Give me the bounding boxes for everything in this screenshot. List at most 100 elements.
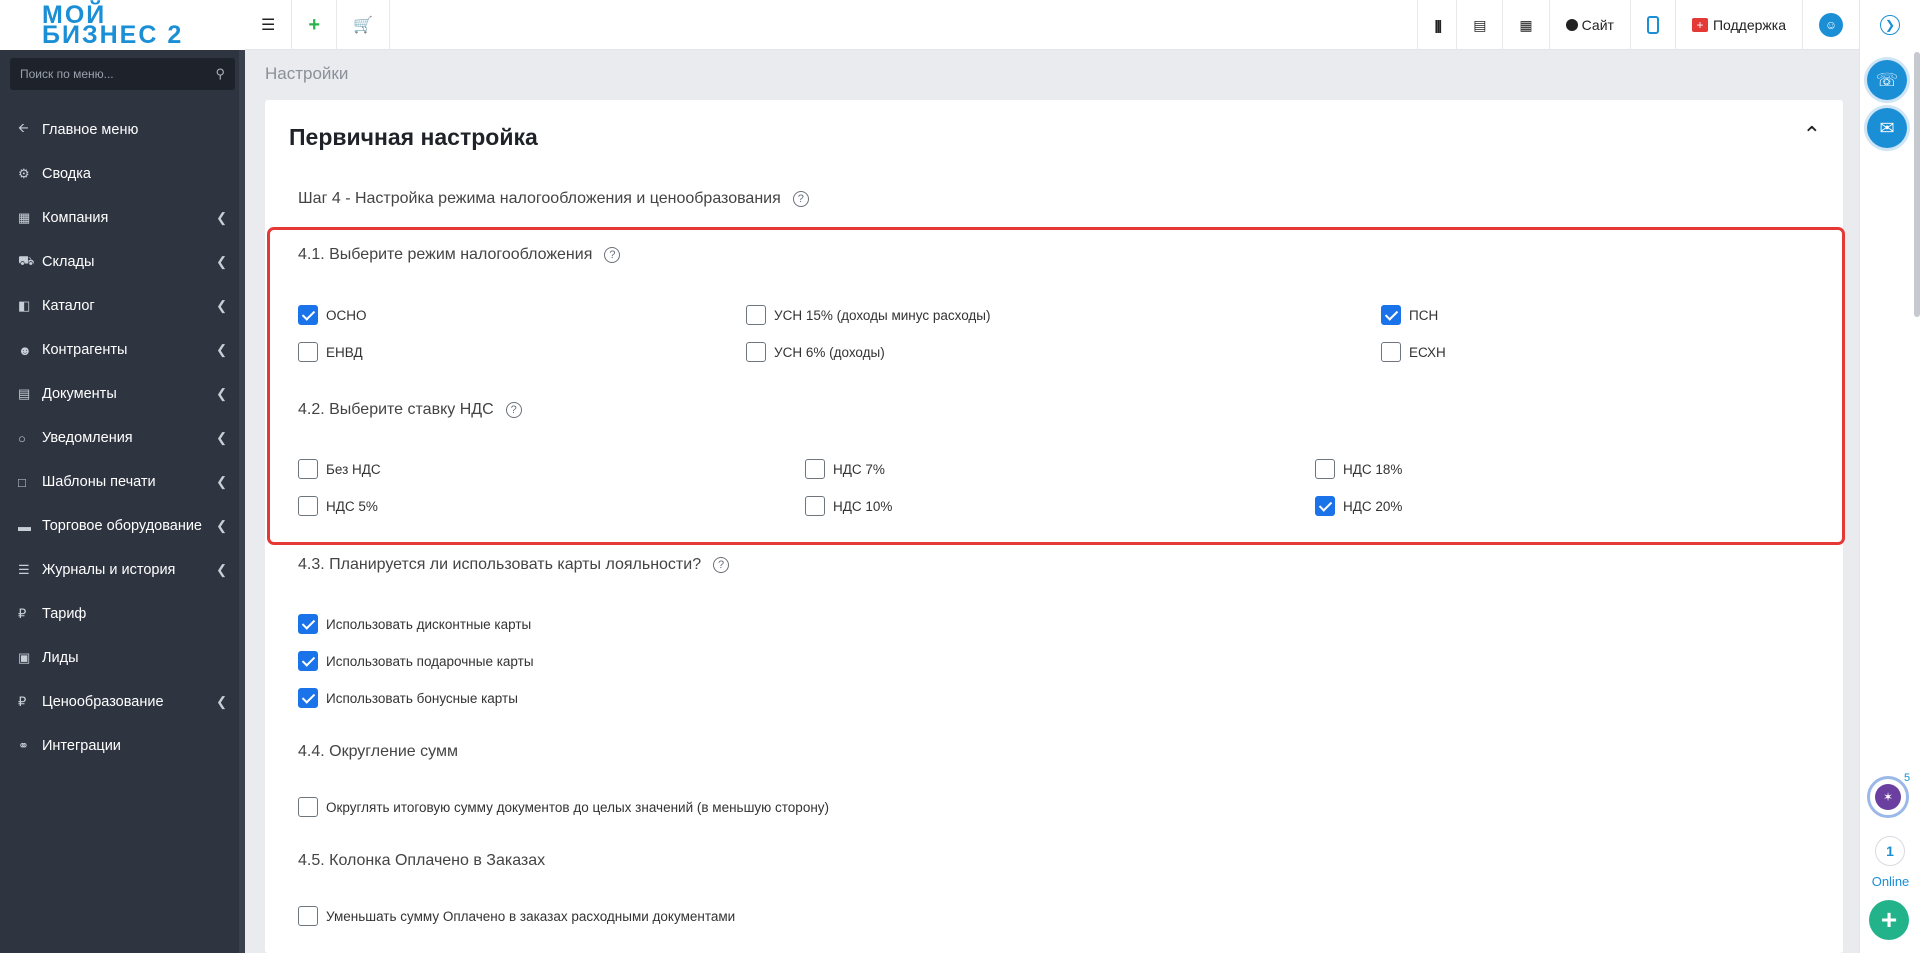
checkbox-rounding[interactable]: Округлять итоговую сумму документов до ц…: [298, 797, 829, 817]
call-button[interactable]: ☏: [1867, 60, 1907, 100]
bar-chart-icon: ▦: [18, 210, 31, 225]
checkbox-box[interactable]: [746, 342, 766, 362]
checkbox-box[interactable]: [1381, 342, 1401, 362]
sidebar-item-leads[interactable]: ▣ Лиды: [0, 636, 245, 680]
list-icon: ☰: [18, 562, 30, 577]
cart-button[interactable]: 🛒: [337, 0, 390, 50]
checkbox-box[interactable]: [298, 614, 318, 634]
checkbox-box[interactable]: [298, 496, 318, 516]
checkbox-box[interactable]: [298, 342, 318, 362]
sidebar-item-notifications[interactable]: ○ Уведомления ❮: [0, 416, 245, 460]
sidebar-item-label: Документы: [42, 386, 117, 402]
checkbox-usn6[interactable]: УСН 6% (доходы): [746, 342, 885, 362]
sidebar-scrollbar[interactable]: [239, 50, 245, 953]
sidebar-item-print-templates[interactable]: □ Шаблоны печати ❮: [0, 460, 245, 504]
sidebar-item-summary[interactable]: ⚙ Сводка: [0, 152, 245, 196]
checkbox-vat-10[interactable]: НДС 10%: [805, 496, 892, 516]
section-loyalty-title: 4.3. Планируется ли использовать карты л…: [298, 556, 730, 574]
support-button[interactable]: + Поддержка: [1674, 0, 1802, 50]
menu-toggle-button[interactable]: ☰: [245, 0, 293, 50]
checkbox-envd[interactable]: ЕНВД: [298, 342, 363, 362]
sidebar-item-catalog[interactable]: ◧ Каталог ❮: [0, 284, 245, 328]
quick-add-button[interactable]: +: [1869, 900, 1909, 940]
checkbox-box[interactable]: [298, 651, 318, 671]
collapse-button[interactable]: ⌃: [1803, 122, 1821, 148]
sidebar-item-pricing[interactable]: ₽ Ценообразование ❮: [0, 680, 245, 724]
barcode-button[interactable]: |||: [1417, 0, 1456, 50]
checkbox-usn15[interactable]: УСН 15% (доходы минус расходы): [746, 305, 991, 325]
checkbox-label: НДС 10%: [833, 498, 893, 514]
chevron-left-icon: ❮: [216, 562, 227, 577]
checkbox-label: УСН 15% (доходы минус расходы): [774, 307, 991, 323]
first-aid-icon: +: [1691, 18, 1708, 32]
checkbox-discount-cards[interactable]: Использовать дисконтные карты: [298, 614, 531, 634]
sidebar-item-label: Торговое оборудование: [42, 518, 202, 534]
sidebar-item-integrations[interactable]: ⚭ Интеграции: [0, 724, 245, 768]
sidebar-item-label: Интеграции: [42, 738, 121, 754]
hamburger-icon: ☰: [261, 17, 276, 34]
checkbox-eshn[interactable]: ЕСХН: [1381, 342, 1446, 362]
checkbox-box[interactable]: [298, 459, 318, 479]
calendar-button[interactable]: ▦: [1502, 0, 1548, 50]
checkbox-vat-5[interactable]: НДС 5%: [298, 496, 378, 516]
help-icon[interactable]: ?: [505, 402, 522, 418]
sidebar-item-warehouses[interactable]: ⛟ Склады ❮: [0, 240, 245, 284]
sidebar-item-trade-equipment[interactable]: ▬ Торговое оборудование ❮: [0, 504, 245, 548]
sidebar-item-label: Лиды: [42, 650, 79, 666]
right-rail: ❯ ☏ ✉ ✶ 5 1 Online +: [1859, 0, 1920, 953]
sidebar-item-company[interactable]: ▦ Компания ❮: [0, 196, 245, 240]
checkbox-reduce-paid[interactable]: Уменьшать сумму Оплачено в заказах расхо…: [298, 906, 735, 926]
checkbox-box[interactable]: [746, 305, 766, 325]
sidebar-item-documents[interactable]: ▤ Документы ❮: [0, 372, 245, 416]
sidebar-item-main-menu[interactable]: 🡨 Главное меню: [0, 108, 245, 152]
menu-search-input[interactable]: [20, 67, 216, 81]
menu-search: ⚲: [10, 58, 235, 90]
checkbox-vat-7[interactable]: НДС 7%: [805, 459, 885, 479]
template-icon: □: [18, 474, 26, 490]
logo[interactable]: МОЙ БИЗНЕС 2: [0, 0, 245, 50]
checkbox-box[interactable]: [1315, 496, 1335, 516]
expand-rail-icon[interactable]: ❯: [1880, 15, 1900, 35]
sidebar-menu: 🡨 Главное меню ⚙ Сводка ▦ Компания ❮ ⛟ Склады…: [0, 108, 245, 768]
search-icon[interactable]: ⚲: [215, 66, 225, 82]
site-label: Сайт: [1581, 17, 1614, 33]
help-icon[interactable]: ?: [792, 191, 809, 207]
sidebar-item-tariff[interactable]: ₽ Тариф: [0, 592, 245, 636]
sidebar-item-journals[interactable]: ☰ Журналы и история ❮: [0, 548, 245, 592]
checkbox-osno[interactable]: ОСНО: [298, 305, 367, 325]
app-button[interactable]: [1629, 0, 1675, 50]
site-button[interactable]: Сайт: [1548, 0, 1630, 50]
chat-button[interactable]: ✉: [1867, 108, 1907, 148]
checkbox-box[interactable]: [298, 797, 318, 817]
page-scrollbar[interactable]: [1914, 52, 1920, 317]
sidebar-item-label: Сводка: [42, 166, 91, 182]
logo-line2: БИЗНЕС 2: [42, 21, 184, 49]
checkbox-box[interactable]: [805, 496, 825, 516]
help-icon[interactable]: ?: [713, 557, 730, 573]
checkbox-gift-cards[interactable]: Использовать подарочные карты: [298, 651, 534, 671]
checkbox-box[interactable]: [1381, 305, 1401, 325]
checkbox-box[interactable]: [805, 459, 825, 479]
chevron-left-icon: ❮: [216, 430, 227, 445]
checkbox-psn[interactable]: ПСН: [1381, 305, 1438, 325]
checkbox-box[interactable]: [1315, 459, 1335, 479]
user-button[interactable]: ☺: [1802, 0, 1859, 50]
section-vat-title: 4.2. Выберите ставку НДС ?: [298, 401, 522, 419]
checkbox-vat-18[interactable]: НДС 18%: [1315, 459, 1402, 479]
server-button[interactable]: ▤: [1456, 0, 1502, 50]
sidebar-item-contractors[interactable]: ☻ Контрагенты ❮: [0, 328, 245, 372]
online-count[interactable]: 1: [1875, 836, 1905, 866]
document-icon: ▤: [18, 386, 31, 401]
checkbox-box[interactable]: [298, 305, 318, 325]
checkbox-no-vat[interactable]: Без НДС: [298, 459, 381, 479]
cookie-widget[interactable]: ✶: [1867, 776, 1909, 818]
barcode-icon: |||: [1434, 17, 1442, 33]
checkbox-box[interactable]: [298, 688, 318, 708]
checkbox-vat-20[interactable]: НДС 20%: [1315, 496, 1402, 516]
help-icon[interactable]: ?: [604, 247, 621, 263]
sidebar-item-label: Каталог: [42, 298, 95, 314]
checkbox-box[interactable]: [298, 906, 318, 926]
checkbox-bonus-cards[interactable]: Использовать бонусные карты: [298, 688, 518, 708]
add-button[interactable]: +: [292, 0, 338, 50]
chevron-left-icon: ❮: [216, 210, 227, 225]
